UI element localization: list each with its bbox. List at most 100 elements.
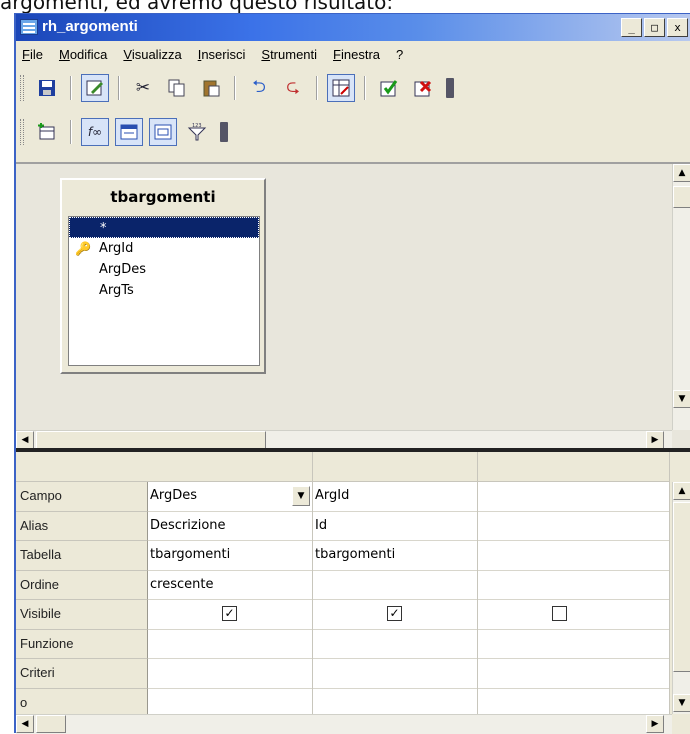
toolbar-grip[interactable] (20, 75, 24, 101)
grid-vertical-scrollbar[interactable]: ▲ ▼ (672, 482, 690, 714)
save-icon[interactable] (33, 74, 61, 102)
undo-icon[interactable]: ⮌ (245, 74, 273, 102)
column-header[interactable] (148, 452, 312, 482)
menu-bar: File Modifica Visualizza Inserisci Strum… (16, 42, 690, 67)
toolbar-overflow-icon[interactable] (446, 78, 454, 98)
tabella-cell[interactable]: tbargomenti (313, 541, 477, 571)
scroll-thumb[interactable] (36, 715, 66, 733)
visibile-cell[interactable] (478, 600, 669, 630)
scroll-thumb[interactable] (673, 186, 690, 208)
run-query-icon[interactable] (375, 74, 403, 102)
functions-icon[interactable]: f∞ (81, 118, 109, 146)
toolbar-overflow-icon[interactable] (220, 122, 228, 142)
scroll-left-arrow-icon[interactable]: ◀ (16, 431, 34, 449)
copy-icon[interactable] (163, 74, 191, 102)
grid-row-headers: Campo Alias Tabella Ordine Visibile Funz… (16, 452, 148, 718)
tabella-cell[interactable]: tbargomenti (148, 541, 312, 571)
toolbar-separator (234, 76, 236, 100)
grid-corner (16, 452, 148, 482)
grid-horizontal-scrollbar[interactable]: ◀ ▶ (16, 714, 672, 734)
scroll-thumb[interactable] (36, 431, 266, 449)
minimize-button[interactable]: _ (621, 18, 642, 37)
criteri-cell[interactable] (148, 659, 312, 689)
row-label-ordine: Ordine (16, 570, 148, 600)
visible-checkbox[interactable]: ✓ (222, 606, 237, 621)
toolbar-separator (118, 76, 120, 100)
visible-checkbox[interactable] (552, 606, 567, 621)
scroll-thumb[interactable] (673, 502, 690, 672)
query-grid: Campo Alias Tabella Ordine Visibile Funz… (16, 452, 690, 734)
field-label: ArgTs (99, 283, 134, 298)
menu-file[interactable]: File (22, 47, 43, 62)
design-view-icon[interactable] (327, 74, 355, 102)
ordine-cell[interactable]: crescente (148, 570, 312, 600)
grid-column-2: ArgId Id tbargomenti ✓ (313, 452, 478, 718)
scroll-left-arrow-icon[interactable]: ◀ (16, 715, 34, 733)
grid-columns: ArgDes ▼ Descrizione tbargomenti crescent… (148, 452, 670, 718)
campo-cell[interactable]: ArgId (313, 482, 477, 512)
redo-icon[interactable]: ⮎ (279, 74, 307, 102)
clear-query-icon[interactable] (409, 74, 437, 102)
field-argdes[interactable]: ArgDes (69, 259, 259, 280)
alias-icon[interactable] (149, 118, 177, 146)
menu-inserisci[interactable]: Inserisci (198, 47, 246, 62)
menu-modifica[interactable]: Modifica (59, 47, 107, 62)
cut-icon[interactable]: ✂ (129, 74, 157, 102)
funzione-cell[interactable] (148, 629, 312, 659)
scroll-down-arrow-icon[interactable]: ▼ (673, 390, 690, 408)
title-bar[interactable]: rh_argomenti _ □ x (16, 14, 690, 41)
table-window[interactable]: tbargomenti * 🔑 ArgId ArgDes ArgTs (60, 178, 266, 374)
scroll-up-arrow-icon[interactable]: ▲ (673, 482, 690, 500)
toolbar-grip[interactable] (20, 119, 24, 145)
field-all[interactable]: * (69, 217, 259, 238)
close-button[interactable]: x (667, 18, 688, 37)
scroll-right-arrow-icon[interactable]: ▶ (646, 431, 664, 449)
design-vertical-scrollbar[interactable]: ▲ ▼ (672, 164, 690, 430)
ordine-cell[interactable] (478, 570, 669, 600)
menu-strumenti[interactable]: Strumenti (261, 47, 317, 62)
row-label-alias: Alias (16, 511, 148, 541)
add-table-icon[interactable] (33, 118, 61, 146)
alias-cell[interactable] (478, 511, 669, 541)
scroll-up-arrow-icon[interactable]: ▲ (673, 164, 690, 182)
field-label: ArgId (99, 241, 134, 256)
funzione-cell[interactable] (313, 629, 477, 659)
alias-cell[interactable]: Descrizione (148, 511, 312, 541)
field-label: * (100, 221, 107, 236)
visibile-cell[interactable]: ✓ (148, 600, 312, 630)
column-header[interactable] (313, 452, 477, 482)
ordine-cell[interactable] (313, 570, 477, 600)
menu-visualizza[interactable]: Visualizza (123, 47, 181, 62)
app-icon (20, 19, 38, 35)
tabella-cell[interactable] (478, 541, 669, 571)
criteri-cell[interactable] (478, 659, 669, 689)
primary-key-icon: 🔑 (75, 242, 92, 257)
design-horizontal-scrollbar[interactable]: ◀ ▶ (16, 430, 672, 450)
standard-toolbar: ✂ ⮌ ⮎ (20, 70, 580, 106)
edit-mode-icon[interactable] (81, 74, 109, 102)
menu-finestra[interactable]: Finestra (333, 47, 380, 62)
field-argid[interactable]: 🔑 ArgId (69, 238, 259, 259)
campo-cell[interactable] (478, 482, 669, 512)
maximize-button[interactable]: □ (644, 18, 665, 37)
column-header[interactable] (478, 452, 669, 482)
alias-cell[interactable]: Id (313, 511, 477, 541)
cell-value: ArgDes (150, 488, 198, 503)
toolbar-separator (70, 120, 72, 144)
visibile-cell[interactable]: ✓ (313, 600, 477, 630)
field-argts[interactable]: ArgTs (69, 280, 259, 301)
chevron-down-icon[interactable]: ▼ (292, 486, 310, 506)
scroll-right-arrow-icon[interactable]: ▶ (646, 715, 664, 733)
visible-checkbox[interactable]: ✓ (387, 606, 402, 621)
toolbar-separator (70, 76, 72, 100)
scroll-down-arrow-icon[interactable]: ▼ (673, 694, 690, 712)
criteri-cell[interactable] (313, 659, 477, 689)
menu-help[interactable]: ? (396, 47, 403, 62)
query-design-window: rh_argomenti _ □ x File Modifica Visuali… (14, 13, 690, 734)
campo-cell[interactable]: ArgDes ▼ (148, 482, 312, 512)
funzione-cell[interactable] (478, 629, 669, 659)
field-label: ArgDes (99, 262, 147, 277)
table-name-icon[interactable] (115, 118, 143, 146)
paste-icon[interactable] (197, 74, 225, 102)
distinct-values-icon[interactable]: 123 (183, 118, 211, 146)
